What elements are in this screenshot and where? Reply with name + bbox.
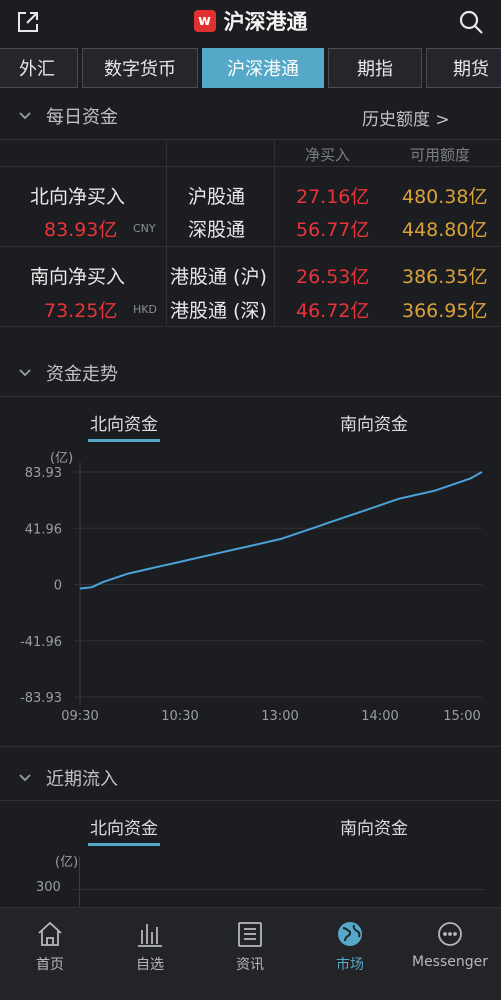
home-icon <box>38 921 62 946</box>
north-currency: CNY <box>133 222 156 235</box>
x-tick-label: 10:30 <box>161 709 198 724</box>
gridline <box>72 889 484 890</box>
tab-connect[interactable]: 沪深港通 <box>202 48 324 88</box>
x-tick-label: 09:30 <box>61 709 98 724</box>
x-tick-label: 14:00 <box>361 709 398 724</box>
nav-label: 首页 <box>36 957 64 973</box>
trend-toggle[interactable]: 资金走势 <box>18 361 118 385</box>
x-tick-label: 13:00 <box>261 709 298 724</box>
divider <box>0 139 501 140</box>
row-name: 深股通 <box>188 219 246 241</box>
divider <box>0 800 501 801</box>
trend-title: 资金走势 <box>46 364 118 385</box>
col-available: 可用额度 <box>410 146 471 164</box>
row-net: 56.77亿 <box>296 219 370 241</box>
row-available: 480.38亿 <box>402 186 488 208</box>
tab-futures[interactable]: 期货 <box>426 48 501 88</box>
tab-crypto[interactable]: 数字货币 <box>82 48 198 88</box>
news-icon <box>238 922 262 947</box>
tab-southbound[interactable]: 南向资金 <box>338 814 410 839</box>
daily-funds-toggle[interactable]: 每日资金 <box>18 104 118 128</box>
trend-line-chart: 83.93 41.96 0 -41.96 -83.93 09:30 10:30 13:00 14… <box>20 462 483 724</box>
row-net: 26.53亿 <box>296 266 370 288</box>
row-available: 386.35亿 <box>402 266 488 288</box>
globe-icon <box>338 922 362 946</box>
tab-northbound[interactable]: 北向资金 <box>88 410 160 435</box>
tab-index-futures[interactable]: 期指 <box>328 48 422 88</box>
active-tab-indicator <box>88 843 160 846</box>
divider <box>0 166 501 167</box>
row-name: 港股通 (深) <box>170 300 267 322</box>
y-tick-label: 83.93 <box>25 466 62 481</box>
search-icon[interactable] <box>458 9 484 35</box>
nav-market[interactable]: 市场 <box>300 908 400 1000</box>
y-axis <box>79 856 80 907</box>
recent-toggle[interactable]: 近期流入 <box>18 766 118 790</box>
y-tick-label: -41.96 <box>20 635 62 650</box>
title-bar: w 沪深港通 <box>0 6 501 36</box>
y-tick-label: 300 <box>36 880 61 895</box>
market-tabs: 外汇 数字货币 沪深港通 期指 期货 <box>0 48 501 90</box>
chat-icon <box>438 922 462 946</box>
y-tick-label: -83.93 <box>20 691 62 706</box>
app-logo: w <box>193 10 216 32</box>
y-tick-label: 41.96 <box>25 522 62 537</box>
row-net: 27.16亿 <box>296 186 370 208</box>
divider <box>0 746 501 747</box>
bar-chart-icon <box>138 924 162 947</box>
row-available: 366.95亿 <box>402 300 488 322</box>
history-quota-link[interactable]: 历史额度 > <box>362 105 450 130</box>
row-net: 46.72亿 <box>296 300 370 322</box>
divider <box>274 139 275 326</box>
south-total: 73.25亿 <box>44 300 118 322</box>
row-name: 港股通 (沪) <box>170 266 267 288</box>
tab-forex[interactable]: 外汇 <box>0 48 78 88</box>
south-label: 南向净买入 <box>30 266 126 288</box>
chevron-down-icon <box>19 112 31 120</box>
nav-home[interactable]: 首页 <box>0 908 100 1000</box>
tab-northbound[interactable]: 北向资金 <box>88 814 160 839</box>
row-name: 沪股通 <box>188 186 246 208</box>
nav-label: 自选 <box>136 957 164 973</box>
x-tick-label: 15:00 <box>443 709 480 724</box>
nav-label: 资讯 <box>236 957 264 973</box>
nav-label: Messenger <box>411 954 489 970</box>
col-net-buy: 净买入 <box>305 146 351 164</box>
active-tab-indicator <box>88 439 160 442</box>
chevron-down-icon <box>19 774 31 782</box>
divider <box>0 326 501 327</box>
recent-title: 近期流入 <box>46 769 118 790</box>
y-unit-label: (亿) <box>55 855 79 870</box>
divider <box>166 139 167 326</box>
row-available: 448.80亿 <box>402 219 488 241</box>
divider <box>0 246 501 247</box>
nav-watchlist[interactable]: 自选 <box>100 908 200 1000</box>
tab-southbound[interactable]: 南向资金 <box>338 410 410 435</box>
nav-news[interactable]: 资讯 <box>200 908 300 1000</box>
divider <box>0 396 501 397</box>
daily-funds-title: 每日资金 <box>46 107 118 128</box>
app-header: w 沪深港通 <box>0 0 501 44</box>
nav-label: 市场 <box>336 957 364 973</box>
page-title: 沪深港通 <box>223 10 308 34</box>
y-tick-label: 0 <box>54 579 62 594</box>
north-label: 北向净买入 <box>30 186 126 208</box>
bottom-nav: 首页 自选 资讯 市场 Messenger <box>0 907 501 1000</box>
south-currency: HKD <box>133 303 157 316</box>
series-line <box>79 471 483 590</box>
chevron-down-icon <box>19 369 31 377</box>
north-total: 83.93亿 <box>44 219 118 241</box>
nav-messenger[interactable]: Messenger <box>400 908 500 1000</box>
